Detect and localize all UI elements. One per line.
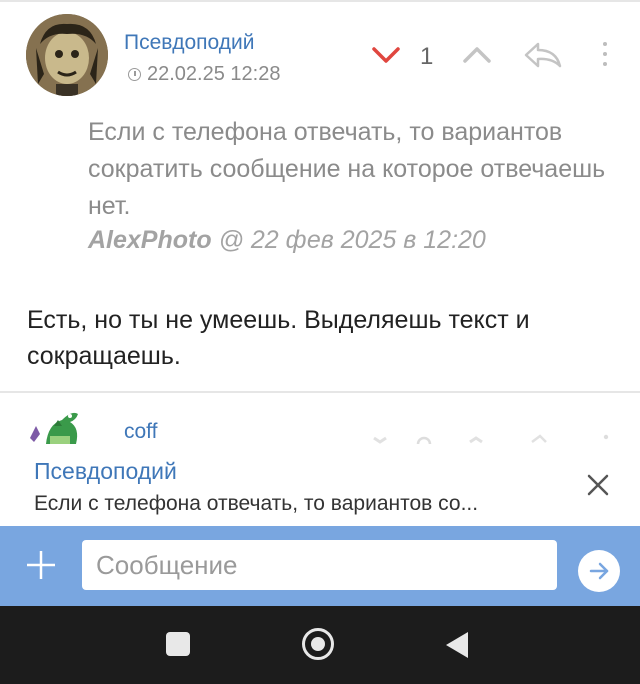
top-divider xyxy=(0,0,640,2)
vote-count: 1 xyxy=(420,43,434,70)
home-icon[interactable] xyxy=(302,628,334,660)
downvote-button[interactable] xyxy=(370,44,402,71)
chevron-up-icon xyxy=(463,47,491,63)
quoted-message-text: Если с телефона отвечать, то вариантов с… xyxy=(88,118,606,220)
post-body-text: Есть, но ты не умеешь. Выделяешь текст и… xyxy=(27,306,530,370)
quote-attribution: AlexPhoto @ 22 фев 2025 в 12:20 xyxy=(88,226,486,255)
post-timestamp: 22.02.25 12:28 xyxy=(128,63,280,86)
reply-button[interactable] xyxy=(522,40,564,75)
plus-icon xyxy=(27,551,55,579)
system-navigation-bar xyxy=(0,606,640,684)
back-icon[interactable] xyxy=(446,632,468,658)
more-options-icon[interactable] xyxy=(603,42,607,66)
post-actions-partial xyxy=(370,430,620,444)
chevron-down-icon xyxy=(372,47,400,63)
message-input[interactable] xyxy=(82,540,557,590)
arrow-right-icon xyxy=(589,562,609,580)
reply-preview-author: Псевдоподий xyxy=(34,458,177,484)
post-author-link[interactable]: coff xyxy=(124,420,157,444)
clock-icon xyxy=(128,68,141,81)
quote-author-link[interactable]: AlexPhoto xyxy=(88,226,212,254)
attach-button[interactable] xyxy=(22,546,60,584)
reply-preview-snippet: Если с телефона отвечать, то вариантов с… xyxy=(34,492,479,515)
upvote-button[interactable] xyxy=(461,44,493,71)
reply-arrow-icon xyxy=(524,42,562,68)
recents-icon[interactable] xyxy=(166,632,190,656)
post-date-text: 22.02.25 12:28 xyxy=(147,63,281,85)
avatar[interactable] xyxy=(28,404,88,444)
send-button[interactable] xyxy=(578,550,620,592)
reply-preview: Псевдоподий Если с телефона отвечать, то… xyxy=(0,446,640,526)
post-author-link[interactable]: Псевдоподий xyxy=(124,31,254,55)
close-reply-button[interactable] xyxy=(585,472,611,498)
close-icon xyxy=(587,474,609,496)
post-divider xyxy=(0,391,640,393)
avatar[interactable] xyxy=(26,14,108,96)
message-composer xyxy=(0,526,640,606)
quote-meta: @ 22 фев 2025 в 12:20 xyxy=(218,226,486,254)
